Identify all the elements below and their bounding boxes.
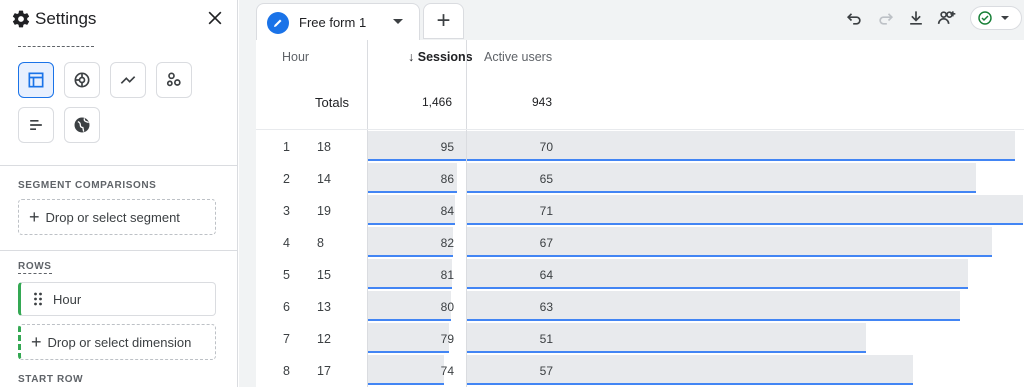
dimension-drop-label: Drop or select dimension bbox=[47, 334, 192, 350]
table-row[interactable]: 2 14 86 65 bbox=[256, 163, 1024, 195]
active-users-value: 51 bbox=[539, 332, 553, 346]
dimension-chip-hour[interactable]: Hour bbox=[18, 282, 216, 316]
redo-icon[interactable] bbox=[876, 8, 896, 28]
row-index: 3 bbox=[283, 204, 290, 218]
active-users-value: 64 bbox=[539, 268, 553, 282]
chevron-down-icon bbox=[1001, 16, 1009, 20]
pencil-icon bbox=[267, 11, 289, 34]
row-hour: 19 bbox=[317, 204, 331, 218]
segment-drop-label: Drop or select segment bbox=[45, 209, 180, 225]
viz-table-button[interactable] bbox=[18, 62, 54, 98]
sessions-value: 80 bbox=[440, 300, 454, 314]
row-index: 8 bbox=[283, 364, 290, 378]
active-users-value: 65 bbox=[539, 172, 553, 186]
settings-panel: Settings SEGMENT COMPARISONS + Drop or s… bbox=[0, 0, 238, 387]
table-row[interactable]: 3 19 84 71 bbox=[256, 195, 1024, 227]
row-index: 4 bbox=[283, 236, 290, 250]
scatter-icon bbox=[166, 72, 181, 87]
column-header-sessions[interactable]: ↓ Sessions bbox=[408, 40, 473, 74]
drag-handle-icon[interactable] bbox=[33, 292, 43, 306]
column-header-hour[interactable]: Hour bbox=[282, 40, 309, 74]
totals-sessions: 1,466 bbox=[422, 95, 453, 109]
totals-active-users: 943 bbox=[532, 95, 553, 109]
row-index: 2 bbox=[283, 172, 290, 186]
table-row[interactable]: 7 12 79 51 bbox=[256, 323, 1024, 355]
row-index: 1 bbox=[283, 140, 290, 154]
donut-chart-icon bbox=[74, 72, 90, 88]
table-row[interactable]: 8 17 74 57 bbox=[256, 355, 1024, 387]
section-divider bbox=[0, 250, 238, 251]
row-index: 7 bbox=[283, 332, 290, 346]
section-divider bbox=[0, 165, 238, 166]
undo-icon[interactable] bbox=[844, 8, 864, 28]
sessions-value: 95 bbox=[440, 140, 454, 154]
sessions-value: 81 bbox=[440, 268, 454, 282]
totals-divider bbox=[256, 129, 1024, 130]
viz-scatter-button[interactable] bbox=[156, 62, 192, 98]
check-circle-icon bbox=[978, 11, 992, 25]
sessions-value: 74 bbox=[440, 364, 454, 378]
column-header-active-users[interactable]: Active users bbox=[484, 40, 552, 74]
sessions-value: 86 bbox=[440, 172, 454, 186]
dimension-drop-zone[interactable]: + Drop or select dimension bbox=[18, 324, 216, 360]
row-hour: 13 bbox=[317, 300, 331, 314]
viz-geo-button[interactable] bbox=[64, 107, 100, 143]
row-hour: 17 bbox=[317, 364, 331, 378]
rows-label: ROWS bbox=[18, 261, 52, 274]
row-hour: 18 bbox=[317, 140, 331, 154]
totals-label: Totals bbox=[315, 95, 349, 110]
add-tab-button[interactable]: + bbox=[423, 3, 464, 39]
table-icon bbox=[28, 72, 44, 88]
row-index: 6 bbox=[283, 300, 290, 314]
globe-icon bbox=[74, 117, 90, 133]
header-divider bbox=[18, 46, 94, 47]
table-row[interactable]: 4 8 82 67 bbox=[256, 227, 1024, 259]
sessions-value: 84 bbox=[440, 204, 454, 218]
chevron-down-icon[interactable] bbox=[393, 19, 403, 24]
active-users-value: 71 bbox=[539, 204, 553, 218]
bar-chart-icon bbox=[30, 120, 42, 130]
viz-donut-button[interactable] bbox=[64, 62, 100, 98]
share-users-icon[interactable] bbox=[937, 8, 957, 28]
dimension-chip-label: Hour bbox=[53, 291, 82, 307]
tab-label: Free form 1 bbox=[299, 15, 367, 30]
table-row[interactable]: 6 13 80 63 bbox=[256, 291, 1024, 323]
plus-icon: + bbox=[29, 207, 40, 227]
row-hour: 14 bbox=[317, 172, 331, 186]
free-form-table: Hour ↓ Sessions Active users Totals 1,46… bbox=[256, 40, 1024, 387]
active-users-value: 63 bbox=[539, 300, 553, 314]
row-hour: 15 bbox=[317, 268, 331, 282]
table-row[interactable]: 1 18 95 70 bbox=[256, 131, 1024, 163]
line-chart-icon bbox=[120, 76, 136, 84]
status-menu[interactable] bbox=[970, 6, 1022, 30]
sessions-value: 82 bbox=[440, 236, 454, 250]
row-index: 5 bbox=[283, 268, 290, 282]
close-icon[interactable] bbox=[205, 8, 225, 28]
settings-title: Settings bbox=[35, 9, 97, 28]
row-hour: 8 bbox=[317, 236, 324, 250]
active-users-value: 67 bbox=[539, 236, 553, 250]
sessions-value: 79 bbox=[440, 332, 454, 346]
table-row[interactable]: 5 15 81 64 bbox=[256, 259, 1024, 291]
active-users-value: 57 bbox=[539, 364, 553, 378]
row-hour: 12 bbox=[317, 332, 331, 346]
viz-bar-button[interactable] bbox=[18, 107, 54, 143]
segment-comparisons-label: SEGMENT COMPARISONS bbox=[18, 180, 157, 191]
start-row-label: START ROW bbox=[18, 374, 84, 385]
column-header-sessions-label: Sessions bbox=[417, 50, 473, 64]
segment-drop-zone[interactable]: + Drop or select segment bbox=[18, 199, 216, 235]
sort-arrow-icon: ↓ bbox=[408, 50, 415, 64]
gear-icon bbox=[12, 10, 30, 28]
settings-header: Settings bbox=[0, 0, 238, 40]
exploration-canvas: Free form 1 + Hour ↓ Sessions Active use… bbox=[239, 0, 1024, 387]
active-users-value: 70 bbox=[539, 140, 553, 154]
viz-line-button[interactable] bbox=[110, 62, 146, 98]
download-icon[interactable] bbox=[906, 8, 926, 28]
plus-icon: + bbox=[31, 332, 42, 352]
tab-free-form-1[interactable]: Free form 1 bbox=[256, 3, 420, 41]
